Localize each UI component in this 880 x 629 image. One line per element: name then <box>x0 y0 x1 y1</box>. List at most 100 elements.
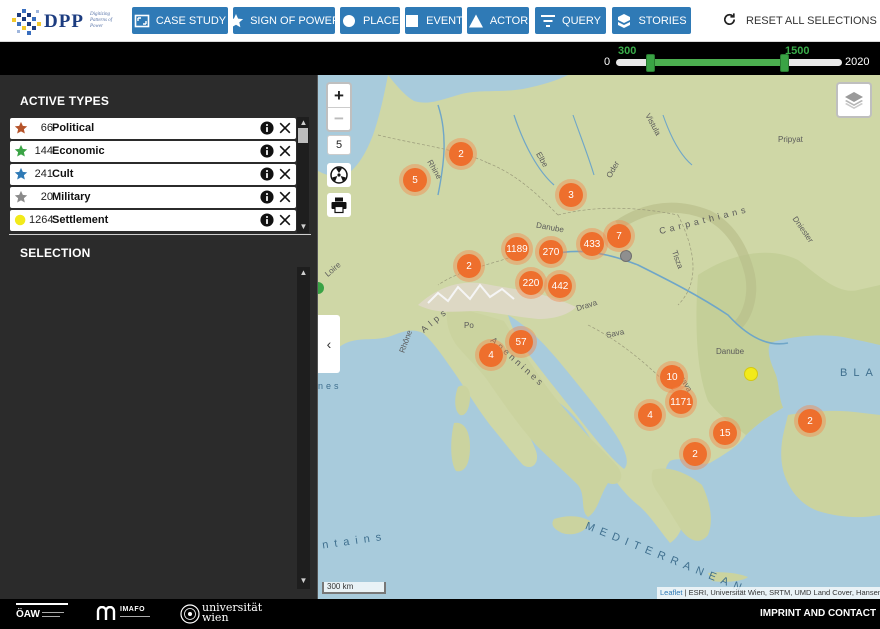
radiation-icon <box>330 166 348 184</box>
map-attribution: Leaflet | ESRI, Universität Wien, SRTM, … <box>657 587 880 599</box>
imprint-contact-link[interactable]: IMPRINT AND CONTACT <box>760 608 876 619</box>
oeaw-logo[interactable]: ÖAW <box>16 603 68 625</box>
stories-button[interactable]: STORIES <box>612 7 691 34</box>
cluster-count: 15 <box>713 421 737 445</box>
sign-of-power-label: SIGN OF POWER <box>250 14 340 27</box>
place-label: PLACE <box>362 14 400 27</box>
marker-cluster[interactable]: 57 <box>505 326 537 358</box>
type-name: Cult <box>52 168 74 180</box>
active-types-title: ACTIVE TYPES <box>20 94 110 108</box>
sign-of-power-button[interactable]: SIGN OF POWER <box>228 7 340 34</box>
printer-icon <box>331 197 347 214</box>
layers-control-button[interactable] <box>836 82 872 118</box>
event-label: EVENT <box>426 14 463 27</box>
info-icon[interactable] <box>260 121 274 135</box>
timeline-max-label: 2020 <box>845 56 870 68</box>
zoom-out-button[interactable]: − <box>328 107 350 130</box>
selection-scrollbar[interactable]: ▲ ▼ <box>297 267 310 589</box>
cult-star-icon <box>14 167 28 180</box>
marker-cluster[interactable]: 15 <box>709 417 741 449</box>
map-label-pripyat: Pripyat <box>778 135 803 144</box>
event-button[interactable]: EVENT <box>404 7 463 34</box>
universitaet-wien-text: universität wien <box>202 601 263 624</box>
type-row-settlement[interactable]: 1264 Settlement <box>10 210 296 231</box>
info-icon[interactable] <box>260 144 274 158</box>
cluster-count: 2 <box>449 142 473 166</box>
type-row-economic[interactable]: 144 Economic <box>10 141 296 162</box>
scroll-down-icon[interactable]: ▼ <box>297 575 310 587</box>
close-icon[interactable] <box>278 167 292 181</box>
marker-cluster[interactable]: 2 <box>453 250 485 282</box>
settlement-marker[interactable] <box>744 367 758 381</box>
print-button[interactable] <box>327 193 351 217</box>
scrollbar-thumb[interactable] <box>298 128 308 143</box>
type-count: 241 <box>34 168 53 180</box>
cluster-count: 433 <box>580 232 604 256</box>
type-row-cult[interactable]: 241 Cult <box>10 164 296 185</box>
leaflet-link[interactable]: Leaflet <box>660 588 683 597</box>
marker-cluster[interactable]: 2 <box>679 438 711 470</box>
scroll-down-icon[interactable]: ▼ <box>297 221 310 233</box>
circle-icon <box>341 13 357 29</box>
type-row-political[interactable]: 66 Political <box>10 118 296 139</box>
cluster-count: 270 <box>539 240 563 264</box>
marker-cluster[interactable]: 7 <box>603 220 635 252</box>
marker-cluster[interactable]: 1171 <box>665 386 697 418</box>
type-count: 66 <box>40 122 53 134</box>
info-icon[interactable] <box>260 167 274 181</box>
close-icon[interactable] <box>278 121 292 135</box>
close-icon[interactable] <box>278 213 292 227</box>
query-button[interactable]: QUERY <box>535 7 606 34</box>
case-study-label: CASE STUDY <box>155 14 227 27</box>
economic-star-icon <box>14 144 28 157</box>
timeline-end-handle[interactable] <box>779 54 789 72</box>
map-label-black-sea: BLA <box>840 367 879 379</box>
oeaw-logo-text: ÖAW <box>16 609 40 620</box>
collapse-sidebar-button[interactable]: ‹ <box>318 315 340 373</box>
scroll-up-icon[interactable]: ▲ <box>297 267 310 279</box>
marker-cluster[interactable]: 220 <box>515 267 547 299</box>
universitaet-wien-logo[interactable]: universität wien <box>180 601 263 625</box>
info-icon[interactable] <box>260 190 274 204</box>
type-name: Settlement <box>52 214 109 226</box>
close-icon[interactable] <box>278 190 292 204</box>
timeline-start-handle[interactable] <box>645 54 655 72</box>
type-name: Economic <box>52 145 105 157</box>
type-row-military[interactable]: 20 Military <box>10 187 296 208</box>
place-button[interactable]: PLACE <box>340 7 400 34</box>
type-name: Military <box>52 191 91 203</box>
map-label-po: Po <box>464 321 474 330</box>
type-name: Political <box>52 122 95 134</box>
cluster-count: 4 <box>479 343 503 367</box>
military-marker[interactable] <box>620 250 632 262</box>
map-scale: 300 km <box>322 582 386 594</box>
actor-label: ACTOR <box>489 14 529 27</box>
types-scrollbar[interactable]: ▲ ▼ <box>297 117 309 233</box>
square-icon <box>404 13 420 29</box>
chevron-left-icon: ‹ <box>326 336 332 352</box>
marker-cluster[interactable]: 5 <box>399 164 431 196</box>
actor-button[interactable]: ACTOR <box>467 7 529 34</box>
close-icon[interactable] <box>278 144 292 158</box>
marker-cluster[interactable]: 1189 <box>501 233 533 265</box>
imafo-logo[interactable]: IMAFO <box>96 604 156 626</box>
marker-cluster[interactable]: 2 <box>794 405 826 437</box>
cluster-count: 2 <box>683 442 707 466</box>
info-icon[interactable] <box>260 213 274 227</box>
map-view[interactable]: Vistula Pripyat Elbe Oder Rhine Danube C… <box>318 75 880 599</box>
active-types-list: 66 Political 144 Economic 241 Cult 20 Mi… <box>9 117 311 235</box>
stories-label: STORIES <box>638 14 687 27</box>
zoom-in-button[interactable]: + <box>328 84 350 107</box>
logo-tagline: Digitizing Patterns of Power <box>90 12 113 29</box>
dpp-logo[interactable]: DPP Digitizing Patterns of Power <box>10 4 115 38</box>
reset-all-selections-button[interactable]: RESET ALL SELECTIONS <box>722 10 877 32</box>
marker-cluster[interactable]: 2 <box>445 138 477 170</box>
star-icon <box>228 13 244 29</box>
marker-cluster[interactable]: 3 <box>555 179 587 211</box>
radiation-toggle-button[interactable] <box>327 163 351 187</box>
marker-cluster[interactable]: 4 <box>634 399 666 431</box>
marker-cluster[interactable]: 4 <box>475 339 507 371</box>
case-study-button[interactable]: CASE STUDY <box>132 7 228 34</box>
marker-cluster[interactable]: 270 <box>535 236 567 268</box>
marker-cluster[interactable]: 442 <box>544 270 576 302</box>
